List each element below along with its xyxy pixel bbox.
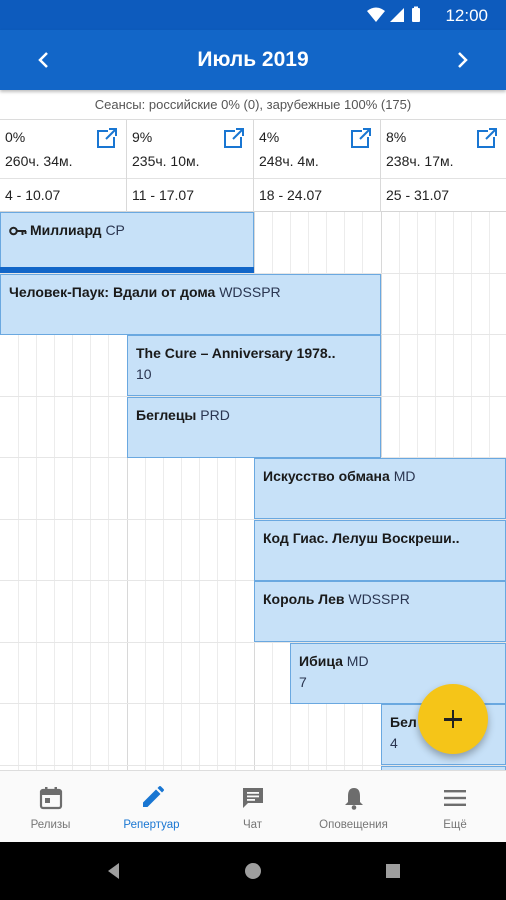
tab-label: Релизы xyxy=(30,819,71,831)
release-bar[interactable]: Миллиард CP xyxy=(0,212,254,273)
release-tag: WDSSPR xyxy=(219,284,281,300)
release-name: Искусство обмана xyxy=(263,468,390,484)
calendar-icon xyxy=(39,787,63,810)
bottom-navigation: Релизы Репертуар Чат Оповещения Ещё xyxy=(0,770,506,842)
release-name: Миллиард xyxy=(30,222,102,238)
week-range: 4 - 10.07 xyxy=(5,187,61,203)
key-icon xyxy=(9,226,27,236)
release-name: Король Лев xyxy=(263,591,345,607)
tab-label: Оповещения xyxy=(319,819,388,831)
week-header: 0% 260ч. 34м. 4 - 10.07 9% 235ч. 10м. 11… xyxy=(0,120,506,212)
release-bar[interactable]: The Cure – Anniversary 1978.. 10 xyxy=(127,335,381,396)
add-fab-button[interactable] xyxy=(418,684,488,754)
week-hours: 238ч. 17м. xyxy=(386,153,454,169)
release-name: Ибица xyxy=(299,653,343,669)
release-bar[interactable]: Код Гиас. Лелуш Воскреши.. xyxy=(254,520,506,581)
sessions-summary: Сеансы: российские 0% (0), зарубежные 10… xyxy=(0,90,506,120)
open-external-icon[interactable] xyxy=(350,127,372,149)
release-tag: CP xyxy=(105,222,125,238)
bell-icon xyxy=(345,788,363,810)
release-name: Код Гиас. Лелуш Воскреши.. xyxy=(263,530,460,546)
signal-icon xyxy=(390,8,404,22)
tab-chat[interactable]: Чат xyxy=(202,771,303,843)
divider xyxy=(0,178,126,179)
divider xyxy=(254,178,380,179)
week-percent: 9% xyxy=(132,129,153,145)
app-bar: Июль 2019 xyxy=(0,30,506,90)
chevron-right-icon xyxy=(458,52,468,68)
release-name: The Cure – Anniversary 1978.. xyxy=(136,345,336,361)
release-name: Человек-Паук: Вдали от дома xyxy=(9,284,216,300)
clock: 12:00 xyxy=(445,6,488,25)
release-tag: WDSSPR xyxy=(348,591,410,607)
week-hours: 248ч. 4м. xyxy=(259,153,319,169)
tab-releases[interactable]: Релизы xyxy=(0,771,101,843)
home-icon[interactable] xyxy=(243,861,263,881)
status-icons xyxy=(367,6,420,22)
chat-icon xyxy=(243,788,263,808)
tab-label: Чат xyxy=(242,819,263,831)
status-bar: 12:00 xyxy=(0,0,506,30)
week-range: 25 - 31.07 xyxy=(386,187,450,203)
tab-label: Репертуар xyxy=(123,819,180,831)
week-range: 18 - 24.07 xyxy=(259,187,323,203)
pencil-icon xyxy=(143,786,164,807)
battery-icon xyxy=(412,8,420,22)
open-external-icon[interactable] xyxy=(476,127,498,149)
recents-icon[interactable] xyxy=(383,861,403,881)
release-bar[interactable]: Беглецы PRD xyxy=(127,397,381,458)
release-name: Беглецы xyxy=(136,407,197,423)
week-hours: 260ч. 34м. xyxy=(5,153,73,169)
week-hours: 235ч. 10м. xyxy=(132,153,200,169)
release-count: 10 xyxy=(136,366,152,382)
tab-notifications[interactable]: Оповещения xyxy=(303,771,404,843)
system-nav-bar xyxy=(0,842,506,900)
release-bar[interactable]: Король Лев WDSSPR xyxy=(254,581,506,642)
wifi-icon xyxy=(367,7,385,22)
week-column: 8% 238ч. 17м. 25 - 31.07 xyxy=(381,120,506,212)
divider xyxy=(127,178,253,179)
week-column: 4% 248ч. 4м. 18 - 24.07 xyxy=(254,120,381,212)
tab-more[interactable]: Ещё xyxy=(404,771,506,843)
release-tag: PRD xyxy=(200,407,230,423)
divider xyxy=(381,178,506,179)
week-column: 9% 235ч. 10м. 11 - 17.07 xyxy=(127,120,254,212)
schedule-grid: Миллиард CP Человек-Паук: Вдали от дома … xyxy=(0,212,506,770)
tab-repertoire[interactable]: Репертуар xyxy=(101,771,202,843)
menu-icon xyxy=(444,790,466,806)
week-range: 11 - 17.07 xyxy=(132,187,195,203)
week-percent: 8% xyxy=(386,129,407,145)
open-external-icon[interactable] xyxy=(96,127,118,149)
week-column: 0% 260ч. 34м. 4 - 10.07 xyxy=(0,120,127,212)
open-external-icon[interactable] xyxy=(223,127,245,149)
release-name: Бел xyxy=(390,714,417,730)
release-bar[interactable]: Человек-Паук: Вдали от дома WDSSPR xyxy=(0,274,381,335)
back-icon[interactable] xyxy=(104,861,124,881)
release-bar[interactable]: Искусство обмана MD xyxy=(254,458,506,519)
tab-label: Ещё xyxy=(443,819,467,831)
release-tag: MD xyxy=(346,653,369,669)
page-title: Июль 2019 xyxy=(197,48,309,71)
next-month-button[interactable] xyxy=(442,44,482,76)
week-percent: 0% xyxy=(5,129,26,145)
release-progress xyxy=(0,267,254,273)
release-tag: MD xyxy=(393,468,416,484)
week-percent: 4% xyxy=(259,129,280,145)
